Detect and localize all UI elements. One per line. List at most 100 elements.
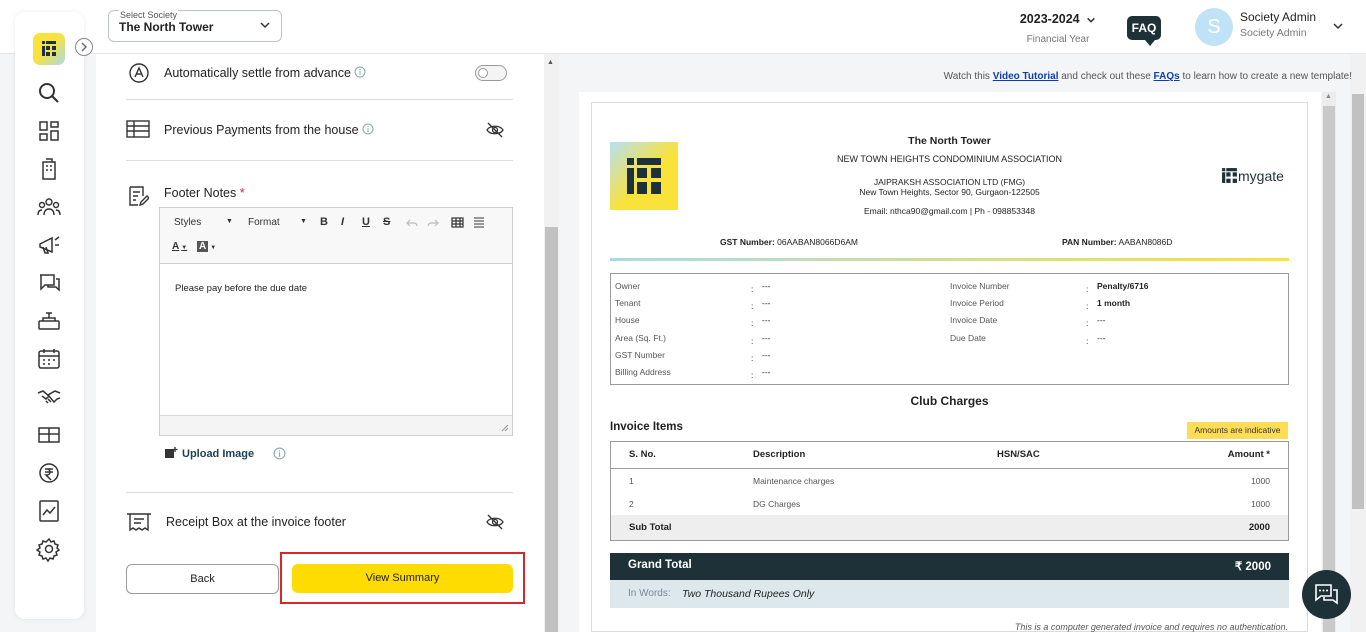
grand-total-value: ₹ 2000 [1234,561,1271,573]
footer-notes-editor[interactable]: Styles ▼ Format ▼ B I U S A ▼ A ▼ Please pay… [159,207,513,436]
calendar-icon[interactable] [36,346,62,372]
scrollbar-thumb[interactable] [545,227,558,632]
previous-payments-label: Previous Payments from the house [164,123,359,137]
faq-button[interactable]: FAQ [1127,16,1161,46]
redo-icon[interactable] [427,218,439,228]
parcel-icon[interactable] [36,422,62,448]
gst-value: 06AABAN8066D6AM [777,237,858,247]
detail-label: GST Number [615,350,665,360]
auto-settle-row: Automatically settle from advance [164,66,366,80]
amenities-icon[interactable] [36,308,62,334]
in-words-value: Two Thousand Rupees Only [682,588,815,600]
dashboard-icon[interactable] [36,118,62,144]
editor-toolbar: Styles ▼ Format ▼ B I U S A ▼ A ▼ [160,208,512,264]
required-mark: * [239,186,245,200]
chevron-down-icon [1087,17,1095,23]
scrollbar-thumb[interactable] [1352,94,1364,509]
footer-notes-label: Footer Notes [164,186,237,200]
divider [126,99,513,100]
financial-year-value: 2023-2024 [1019,12,1080,26]
detail-label: Tenant [615,298,641,308]
gst-label: GST Number: [720,237,775,247]
sidebar-expand-button[interactable] [75,38,93,56]
announcement-icon[interactable] [36,232,62,258]
financial-year-selector[interactable]: 2023-2024 Financial Year [1010,12,1106,45]
residents-icon[interactable] [36,194,62,220]
user-menu[interactable]: Society Admin Society Admin [1240,10,1316,39]
society-logo [610,142,678,210]
italic-button[interactable]: I [341,216,344,228]
user-role: Society Admin [1240,27,1307,39]
toggle-knob [478,68,488,78]
upload-image-label: Upload Image [182,448,255,460]
back-button[interactable]: Back [126,564,279,594]
eye-off-icon[interactable] [486,122,504,138]
avatar[interactable]: S [1195,8,1233,46]
panel-scrollbar[interactable]: ▲ [544,54,559,632]
scrollbar-thumb[interactable] [1323,106,1335,632]
detail-value: --- [762,367,771,377]
caret-icon: ▼ [300,218,307,225]
chat-support-button[interactable] [1302,570,1351,619]
app-logo[interactable] [33,33,65,65]
text-color-label: A [172,241,180,252]
row-description: Maintenance charges [753,476,835,486]
payments-icon[interactable] [36,460,62,486]
underline-button[interactable]: U [362,216,370,228]
video-tutorial-link[interactable]: Video Tutorial [993,71,1059,82]
invoice-company: JAIPRAKSH ASSOCIATION LTD (FMG) [873,177,1026,187]
helpdesk-icon[interactable] [36,270,62,296]
detail-label: Invoice Date [950,315,998,325]
undo-icon[interactable] [406,218,418,228]
reports-icon[interactable] [36,498,62,524]
strikethrough-button[interactable]: S [383,216,390,228]
partners-icon[interactable] [36,384,62,410]
horizontal-line-icon[interactable] [473,217,485,228]
row-amount: 1000 [1251,499,1270,509]
image-add-icon [165,447,178,458]
previous-payments-row: Previous Payments from the house [164,123,374,137]
format-dropdown[interactable]: Format ▼ [248,217,307,228]
info-icon[interactable] [362,123,374,135]
text-color-button[interactable]: A ▼ [172,241,187,252]
society-select[interactable]: Select Society The North Tower [108,10,282,42]
page-scrollbar[interactable] [1350,54,1366,632]
detail-colons: :::: [1086,284,1089,346]
resize-handle-icon[interactable] [501,424,509,432]
subtotal-value: 2000 [1248,522,1270,533]
auto-settle-icon [129,63,149,83]
grand-total-bar: Grand Total ₹ 2000 [610,553,1289,580]
search-icon[interactable] [36,80,62,106]
scroll-up-arrow[interactable]: ▲ [1325,93,1332,100]
bold-button[interactable]: B [320,216,328,228]
detail-value: --- [762,281,771,291]
detail-value: --- [762,350,771,360]
editor-content[interactable]: Please pay before the due date [175,283,307,294]
detail-value: --- [762,315,771,325]
bg-color-button[interactable]: A ▼ [197,241,216,252]
eye-off-icon[interactable] [486,514,504,530]
detail-label: Area (Sq. Ft.) [615,333,667,343]
preview-scrollbar[interactable]: ▲ [1322,92,1336,632]
faqs-link[interactable]: FAQs [1154,71,1180,82]
table-insert-icon[interactable] [451,217,464,228]
chevron-down-icon[interactable] [1332,20,1344,32]
tutorial-suffix: to learn how to create a new template! [1182,71,1352,82]
auto-settle-toggle[interactable] [475,65,507,81]
styles-dropdown[interactable]: Styles ▼ [174,217,233,228]
detail-value: --- [762,333,771,343]
indicative-badge: Amounts are indicative [1187,422,1288,439]
upload-image-button[interactable]: Upload Image [164,446,254,460]
settings-icon[interactable] [36,536,62,562]
info-icon[interactable] [273,447,286,460]
society-select-label: Select Society [119,10,179,20]
view-summary-button[interactable]: View Summary [292,564,513,593]
building-icon[interactable] [36,156,62,182]
user-name: Society Admin [1240,10,1317,24]
scroll-up-arrow[interactable]: ▲ [547,59,554,66]
info-icon[interactable] [354,66,366,78]
editor-statusbar [160,415,512,435]
row-amount: 1000 [1251,476,1270,486]
column-header: Description [753,449,806,460]
divider [126,492,513,493]
